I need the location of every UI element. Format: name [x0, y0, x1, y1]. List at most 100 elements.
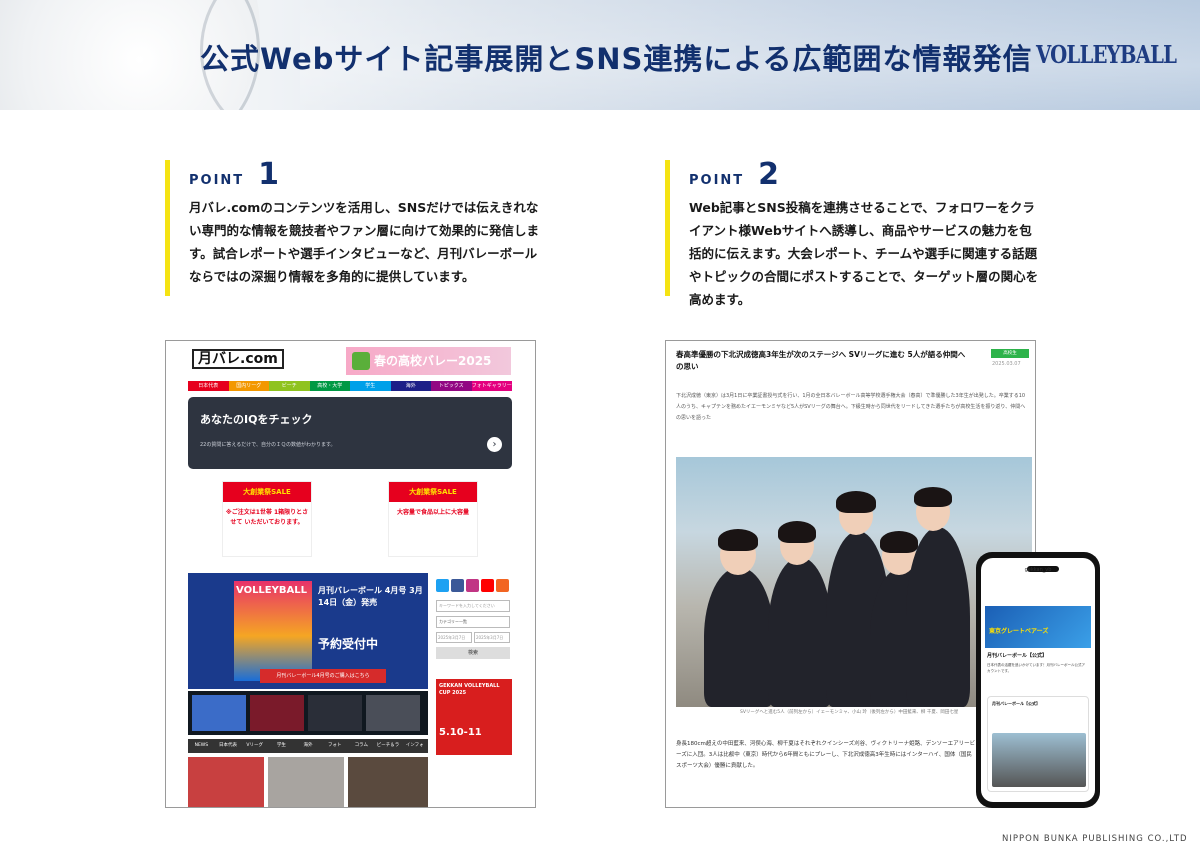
person-hair	[836, 491, 876, 513]
nav-item[interactable]: 海外	[390, 381, 431, 391]
nav-item[interactable]: ビーチ	[269, 381, 310, 391]
youtube-icon[interactable]	[481, 579, 494, 592]
post-image	[992, 733, 1086, 787]
issue-info: 月刊バレーボール 4月号 3月14日（金）発売	[318, 586, 423, 607]
nav-item[interactable]: 高校・大学	[309, 381, 350, 391]
buy-button[interactable]: 月刊バレーボール4月号のご購入はこちら	[260, 669, 386, 683]
phone-mockup: gekkan_vb 東京グレートベアーズ 月刊バレーボール【公式】 日本代表の活…	[976, 552, 1100, 808]
sns-icons	[436, 579, 512, 592]
news-photo[interactable]	[188, 757, 264, 807]
person-hair	[718, 529, 758, 551]
preorder-text: 予約受付中	[318, 637, 379, 651]
search-input[interactable]: キーワードを入力してください	[436, 600, 510, 612]
instagram-icon[interactable]	[466, 579, 479, 592]
sale-ad-left[interactable]: 大創業祭SALE ※ご注文は1世帯 1箱限りとさせて いただいております。	[222, 481, 312, 557]
point-accent-bar	[665, 160, 670, 296]
person-figure	[906, 527, 970, 707]
profile-banner: 東京グレートベアーズ	[985, 606, 1091, 648]
point-description: Web記事とSNS投稿を連携させることで、フォロワーをクライアント様Webサイト…	[689, 200, 1039, 307]
sakura-icon	[352, 352, 370, 370]
date-range: 2025年3月7日 2025年3月7日	[436, 632, 512, 643]
news-tab[interactable]: NEWS	[188, 739, 215, 753]
magazine-promo[interactable]: VOLLEYBALL 月刊バレーボール 4月号 3月14日（金）発売 予約受付中…	[188, 573, 428, 689]
page-title: 公式Webサイト記事展開とSNS連携による広範囲な情報発信	[200, 42, 1033, 76]
arrow-right-icon[interactable]: ›	[487, 437, 502, 452]
news-photo[interactable]	[348, 757, 428, 807]
ad-title: 大創業祭SALE	[223, 482, 311, 502]
category-nav: 日本代表 国内リーグ ビーチ 高校・大学 学生 海外 トピックス フォトギャラリー	[188, 381, 512, 391]
point-heading: POINT 2	[689, 160, 779, 190]
point-1-section: POINT 1 月バレ.comのコンテンツを活用し、SNSだけでは伝えきれない専…	[165, 160, 545, 296]
search-button[interactable]: 検索	[436, 647, 510, 659]
point-number: 1	[258, 157, 280, 192]
category-select[interactable]: カテゴリー一覧	[436, 616, 510, 628]
point-heading: POINT 1	[189, 160, 279, 190]
spring-tournament-banner[interactable]: 春の高校バレー2025	[346, 347, 511, 375]
point-label: POINT	[189, 173, 245, 188]
cup-ad[interactable]: GEKKAN VOLLEYBALL CUP 2025 5.10-11	[436, 679, 512, 755]
quiz-subtitle: 22の質問に答えるだけで、自分のＩＱの数値がわかります。	[200, 442, 336, 448]
point-2-section: POINT 2 Web記事とSNS投稿を連携させることで、フォロワーをクライアン…	[665, 160, 1045, 307]
nav-item[interactable]: 日本代表	[188, 381, 229, 391]
news-tab[interactable]: 海外	[295, 739, 322, 753]
ad-body: ※ご注文は1世帯 1箱限りとさせて いただいております。	[225, 509, 309, 526]
person-hair	[778, 521, 816, 543]
twitter-icon[interactable]	[436, 579, 449, 592]
nav-item[interactable]: 国内リーグ	[228, 381, 269, 391]
photo-caption: SVリーグへと進む5人（前列左から）イェーモンミャ、小山 玲（後列左から）中田藍…	[740, 710, 959, 715]
magazine-cover: VOLLEYBALL	[234, 581, 312, 681]
sale-ad-right[interactable]: 大創業祭SALE 大容量で食品以上に大容量	[388, 481, 478, 557]
thumbnail[interactable]	[192, 695, 246, 731]
rss-icon[interactable]	[496, 579, 509, 592]
article-body: 身長180cm超えの中田藍来、河俣心海、柳千夏はそれぞれクインシーズ刈谷、ヴィク…	[676, 741, 976, 769]
person-figure	[768, 557, 832, 707]
thumbnail-strip	[188, 691, 428, 735]
article-title: 春高準優勝の下北沢成徳高3年生が次のステージへ SVリーグに進む 5人が語る仲間…	[676, 350, 966, 371]
cup-title: GEKKAN VOLLEYBALL CUP 2025	[439, 683, 500, 696]
post-card[interactable]: 月刊バレーボール【公式】	[987, 696, 1089, 792]
person-hair	[880, 531, 918, 553]
article-lead: 下北沢成徳（東京）は3月1日に卒業証書授与式を行い、1月の全日本バレーボール高等…	[676, 393, 1026, 421]
thumbnail[interactable]	[250, 695, 304, 731]
news-photo[interactable]	[268, 757, 344, 807]
banner-text: 東京グレートベアーズ	[989, 628, 1049, 635]
sidebar: キーワードを入力してください カテゴリー一覧 2025年3月7日 2025年3月…	[436, 579, 512, 659]
date-from-input[interactable]: 2025年3月7日	[436, 632, 472, 643]
date-to-input[interactable]: 2025年3月7日	[474, 632, 510, 643]
nav-item[interactable]: トピックス	[431, 381, 472, 391]
category-badge[interactable]: 高校生	[991, 349, 1029, 358]
news-tab[interactable]: コラム	[348, 739, 375, 753]
facebook-icon[interactable]	[451, 579, 464, 592]
quiz-ad[interactable]: あなたのIQをチェック 22の質問に答えるだけで、自分のＩＱの数値がわかります。…	[188, 397, 512, 469]
news-tab[interactable]: インフォ	[401, 739, 428, 753]
news-tab[interactable]: 日本代表	[215, 739, 242, 753]
site-logo[interactable]: 月バレ.com	[192, 349, 284, 369]
person-hair	[914, 487, 952, 507]
thumbnail[interactable]	[366, 695, 420, 731]
phone-screen: gekkan_vb 東京グレートベアーズ 月刊バレーボール【公式】 日本代表の活…	[981, 558, 1095, 802]
header-banner: 公式Webサイト記事展開とSNS連携による広範囲な情報発信 VOLLEYBALL	[0, 0, 1200, 110]
news-tab[interactable]: フォト	[321, 739, 348, 753]
profile-name: 月刊バレーボール【公式】	[987, 653, 1048, 659]
cup-dates: 5.10-11	[439, 727, 482, 738]
account-handle: gekkan_vb	[1024, 567, 1052, 573]
ad-title: 大創業祭SALE	[389, 482, 477, 502]
point-accent-bar	[165, 160, 170, 296]
news-tab[interactable]: 学生	[268, 739, 295, 753]
profile-bio: 日本代表の活躍を追いかけています！月刊バレーボール公式アカウントです。	[987, 663, 1085, 673]
post-author: 月刊バレーボール【公式】	[992, 701, 1040, 706]
quiz-title: あなたのIQをチェック	[200, 413, 313, 426]
news-tab[interactable]: Vリーグ	[241, 739, 268, 753]
cover-title: VOLLEYBALL	[236, 585, 307, 596]
nav-item[interactable]: フォトギャラリー	[471, 381, 512, 391]
website-screenshot: 月バレ.com 春の高校バレー2025 日本代表 国内リーグ ビーチ 高校・大学 学生海…	[165, 340, 536, 808]
nav-item[interactable]: 学生	[350, 381, 391, 391]
spring-banner-text: 春の高校バレー2025	[374, 354, 492, 368]
point-number: 2	[758, 157, 780, 192]
company-footer: NIPPON BUNKA PUBLISHING CO.,LTD	[1002, 834, 1188, 844]
point-label: POINT	[689, 173, 745, 188]
ad-body: 大容量で食品以上に大容量	[396, 509, 469, 516]
thumbnail[interactable]	[308, 695, 362, 731]
news-tab[interactable]: ビーチ＆ラフ	[375, 739, 402, 762]
news-tabs: NEWS日本代表Vリーグ学生海外フォトコラムビーチ＆ラフインフォ	[188, 739, 428, 762]
